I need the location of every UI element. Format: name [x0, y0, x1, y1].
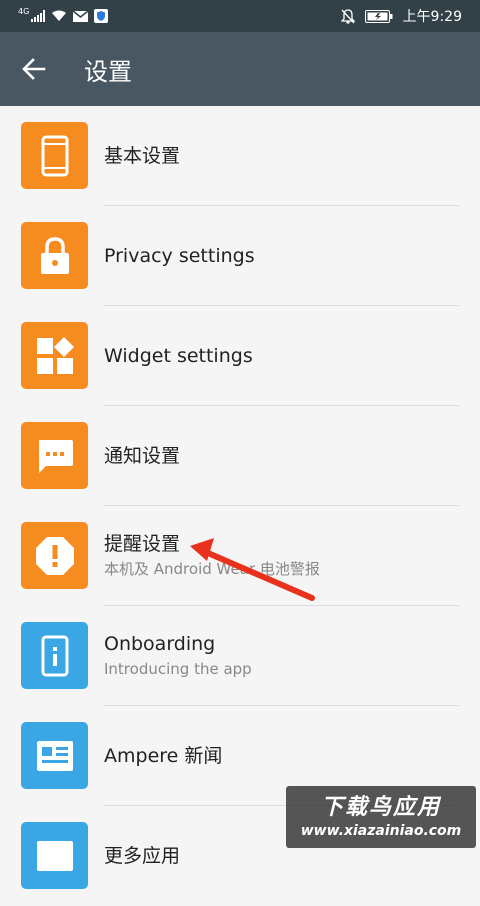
settings-item-reminder[interactable]: 提醒设置 本机及 Android Wear 电池警报 — [0, 506, 480, 606]
info-phone-icon — [21, 622, 88, 689]
alert-icon — [21, 522, 88, 589]
item-title: 基本设置 — [104, 145, 181, 167]
phone-icon — [21, 122, 88, 189]
watermark-title: 下载鸟应用 — [320, 795, 441, 820]
back-button[interactable] — [0, 32, 74, 106]
settings-item-basic[interactable]: 基本设置 — [0, 106, 480, 206]
page-title: 设置 — [84, 57, 132, 86]
item-title: Privacy settings — [104, 245, 255, 267]
watermark-url: www.xiazainiao.com — [300, 823, 462, 839]
shield-app-icon — [94, 9, 109, 23]
item-title: Ampere 新闻 — [104, 745, 223, 767]
item-subtitle: 本机及 Android Wear 电池警报 — [104, 560, 320, 578]
settings-item-notification[interactable]: 通知设置 — [0, 406, 480, 506]
lock-icon — [21, 222, 88, 289]
item-title: 通知设置 — [104, 445, 181, 467]
item-subtitle: Introducing the app — [104, 660, 252, 678]
status-right: 上午9:29 — [340, 6, 480, 26]
settings-item-onboarding[interactable]: Onboarding Introducing the app — [0, 606, 480, 706]
item-title: Onboarding — [104, 633, 216, 655]
message-icon — [21, 422, 88, 489]
app-bar: 设置 — [0, 32, 480, 106]
bell-off-icon — [340, 8, 355, 23]
battery-charging-icon — [364, 9, 393, 23]
item-title: Widget settings — [104, 345, 253, 367]
wifi-icon — [52, 10, 67, 21]
widgets-icon — [21, 322, 88, 389]
item-title: 更多应用 — [104, 845, 181, 867]
item-title: 提醒设置 — [104, 533, 181, 555]
apps-icon — [21, 822, 88, 889]
mail-icon — [73, 10, 89, 22]
network-type: 4G — [18, 6, 30, 16]
status-left: 4G — [0, 6, 109, 23]
settings-item-privacy[interactable]: Privacy settings — [0, 206, 480, 306]
settings-item-widget[interactable]: Widget settings — [0, 306, 480, 406]
watermark-logo: 下载鸟应用 www.xiazainiao.com — [286, 786, 476, 848]
signal-icon — [31, 10, 46, 22]
arrow-back-icon — [22, 58, 46, 80]
clock: 上午9:29 — [402, 9, 462, 25]
news-icon — [21, 722, 88, 789]
status-bar: 4G 上午9:29 — [0, 0, 480, 32]
